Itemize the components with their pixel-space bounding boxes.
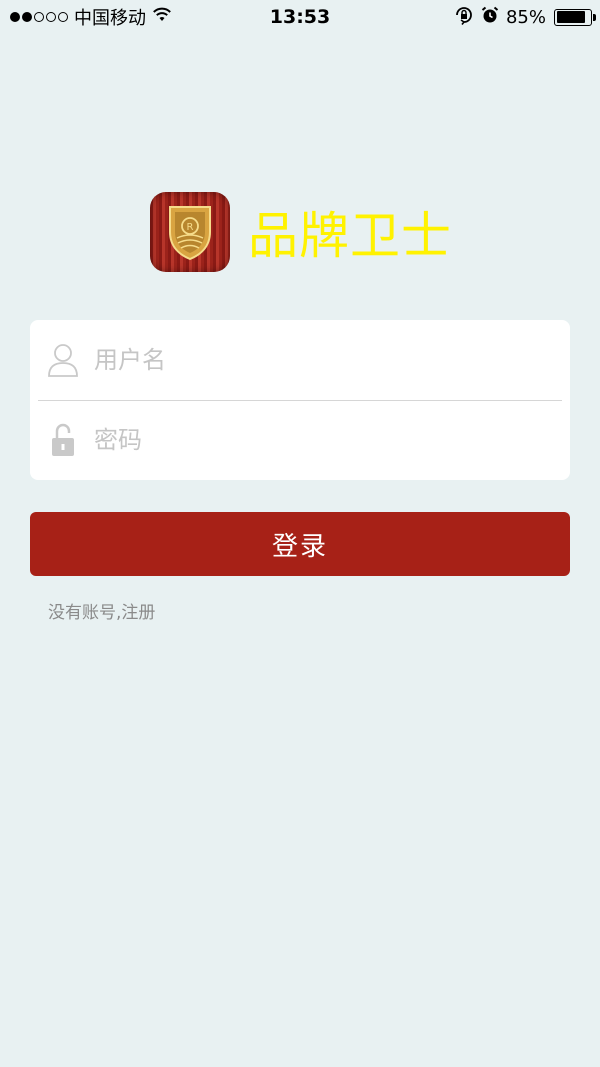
orientation-lock-icon [454, 5, 474, 30]
battery-icon [554, 8, 596, 26]
signal-strength-icon [10, 12, 68, 22]
app-name: 品牌卫士 [248, 207, 452, 265]
status-left: 中国移动 [10, 4, 172, 30]
carrier-name: 中国移动 [74, 8, 146, 29]
user-icon [46, 341, 80, 379]
svg-text:R: R [187, 222, 194, 233]
status-right: 85% [454, 5, 596, 30]
shield-r-icon: R [150, 192, 230, 272]
login-button[interactable]: 登录 [30, 512, 570, 576]
battery-level [556, 11, 585, 23]
register-link[interactable]: 没有账号,注册 [48, 598, 155, 623]
username-input[interactable] [94, 346, 534, 374]
wifi-icon [152, 7, 172, 28]
alarm-icon [480, 5, 500, 30]
unlock-icon [46, 421, 80, 459]
password-field[interactable] [30, 400, 570, 480]
brand-header: R 品牌卫士 [150, 192, 452, 272]
battery-percent: 85% [505, 6, 546, 28]
username-field[interactable] [30, 320, 570, 400]
status-bar: 中国移动 13:53 85% [0, 0, 600, 34]
login-form [30, 320, 570, 480]
password-input[interactable] [94, 426, 534, 454]
